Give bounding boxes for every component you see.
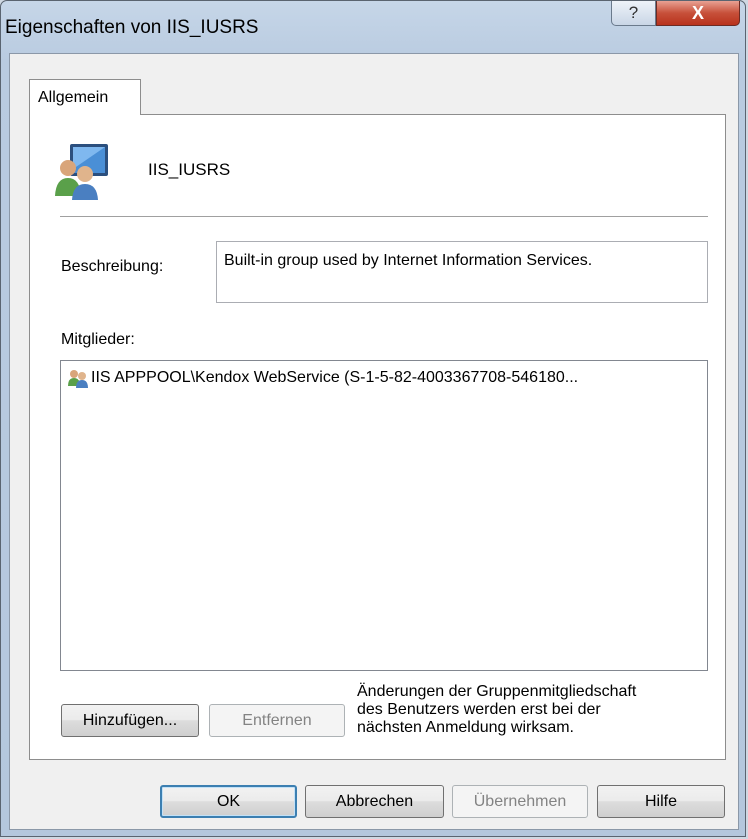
note-line: nächsten Anmeldung wirksam.: [357, 719, 574, 736]
help-icon: ?: [628, 3, 639, 22]
remove-member-button[interactable]: Entfernen: [209, 704, 345, 737]
help-title-button[interactable]: ?: [611, 1, 656, 26]
help-button[interactable]: Hilfe: [597, 785, 725, 818]
close-button[interactable]: X: [656, 1, 740, 26]
note-line: des Benutzers werden erst bei der: [357, 701, 601, 718]
cancel-button[interactable]: Abbrechen: [305, 785, 444, 818]
add-member-button[interactable]: Hinzufügen...: [61, 704, 199, 737]
tab-allgemein[interactable]: Allgemein: [29, 79, 141, 115]
window-title: Eigenschaften von IIS_IUSRS: [5, 17, 259, 38]
close-icon: X: [691, 2, 704, 23]
apply-button[interactable]: Übernehmen: [452, 785, 588, 818]
members-label: Mitglieder:: [61, 331, 135, 348]
user-group-icon: [68, 370, 88, 388]
list-item[interactable]: IIS APPPOOL\Kendox WebService (S-1-5-82-…: [67, 368, 578, 388]
description-field[interactable]: Built-in group used by Internet Informat…: [216, 241, 708, 303]
description-label: Beschreibung:: [61, 258, 164, 275]
member-text: IIS APPPOOL\Kendox WebService (S-1-5-82-…: [91, 369, 579, 386]
separator: [60, 216, 708, 217]
ok-button[interactable]: OK: [160, 785, 297, 818]
note-line: Änderungen der Gruppenmitgliedschaft: [357, 683, 637, 700]
title-bar[interactable]: Eigenschaften von IIS_IUSRS ? X: [1, 1, 745, 53]
members-list[interactable]: IIS APPPOOL\Kendox WebService (S-1-5-82-…: [60, 360, 708, 671]
group-name: IIS_IUSRS: [148, 160, 231, 179]
membership-note: Änderungen der Gruppenmitgliedschaft des…: [357, 683, 717, 737]
group-monitor-icon: [55, 144, 108, 200]
